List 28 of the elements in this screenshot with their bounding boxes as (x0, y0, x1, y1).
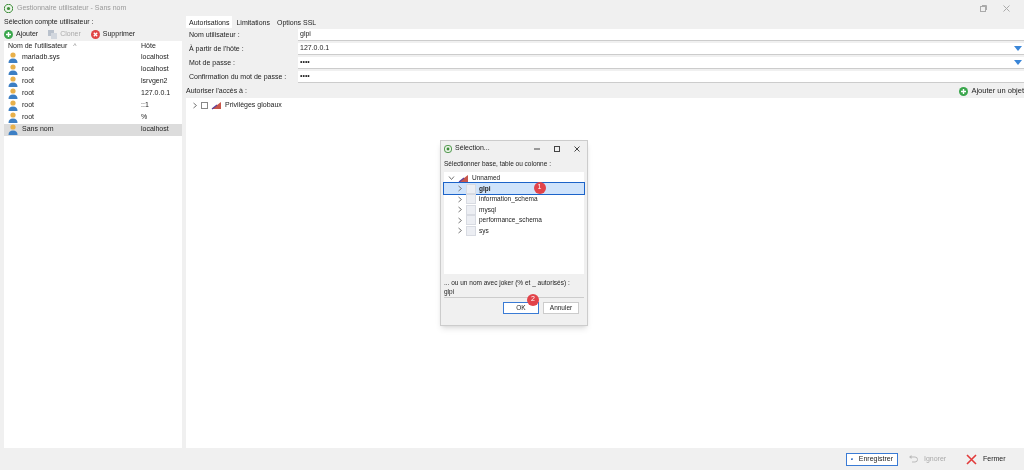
user-icon (8, 52, 18, 63)
undo-icon (908, 454, 918, 464)
database-icon (466, 225, 476, 236)
database-icon (466, 204, 476, 215)
close-icon (966, 453, 977, 465)
minimize-icon[interactable] (534, 145, 540, 152)
app-icon (4, 3, 13, 13)
app-icon (444, 144, 452, 153)
checkbox[interactable] (201, 101, 208, 109)
copy-icon (48, 29, 58, 39)
dropdown-arrow-icon[interactable] (1014, 60, 1022, 65)
database-icon (466, 215, 476, 225)
user-icon (8, 100, 18, 111)
chevron-icon[interactable] (192, 101, 198, 109)
plus-icon (4, 29, 13, 39)
user-icon (8, 124, 18, 135)
close-icon[interactable] (574, 145, 580, 152)
database-icon (466, 183, 476, 194)
maximize-icon[interactable] (554, 145, 560, 152)
delete-icon (90, 29, 100, 39)
plus-icon (959, 86, 969, 96)
dropdown-arrow-icon[interactable] (1014, 46, 1022, 51)
user-icon (8, 88, 18, 99)
user-icon (8, 76, 18, 87)
database-icon (466, 194, 476, 204)
user-icon (8, 112, 18, 123)
user-icon (8, 64, 18, 75)
restore-icon[interactable] (980, 4, 987, 12)
